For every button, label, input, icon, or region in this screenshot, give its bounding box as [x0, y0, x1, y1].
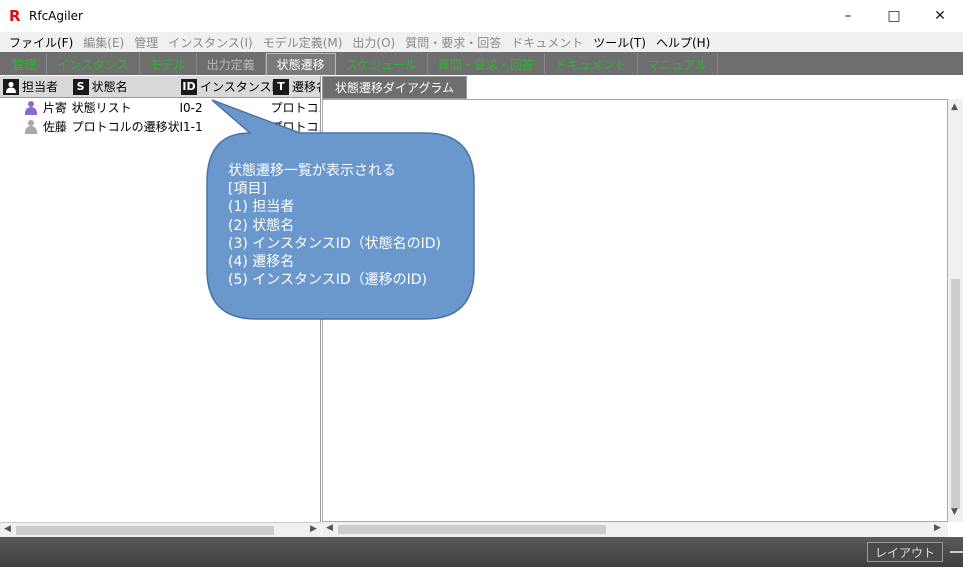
cell-instance-id: I1-1: [179, 119, 203, 134]
scroll-right-icon[interactable]: ▶: [934, 523, 941, 533]
list-column-header: 担当者 S 状態名 ID インスタンスID T 遷移名: [0, 76, 320, 98]
diagram-pane: 状態遷移ダイアグラム ▲ ▼ ◀ ▶: [322, 76, 963, 537]
scroll-down-icon[interactable]: ▼: [951, 507, 958, 517]
maximize-icon[interactable]: □: [871, 0, 917, 32]
list-horizontal-scrollbar[interactable]: ◀ ▶: [0, 522, 321, 537]
menu-manage[interactable]: 管理: [129, 34, 163, 51]
state-transition-list: 担当者 S 状態名 ID インスタンスID T 遷移名 片寄 状態リスト I0-…: [0, 76, 321, 537]
scrollbar-thumb[interactable]: [16, 526, 274, 535]
cell-instance-id: I0-2: [179, 100, 203, 115]
title-bar: R RfcAgiler – □ ✕: [0, 0, 963, 32]
callout-text: 状態遷移一覧が表示される [項目] (1) 担当者 (2) 状態名 (3) イン…: [228, 163, 442, 289]
menu-file[interactable]: ファイル(F): [4, 34, 78, 51]
menu-instance[interactable]: インスタンス(I): [163, 34, 257, 51]
tab-instance[interactable]: インスタンス: [47, 53, 140, 75]
app-logo-icon: R: [9, 7, 21, 25]
cell-assignee: 片寄: [42, 101, 67, 115]
main-tab-bar: 管理 インスタンス モデル 出力定義 状態遷移 スケジュール 質問・要求・回答 …: [0, 52, 963, 75]
layout-button[interactable]: レイアウト: [867, 542, 943, 562]
scrollbar-thumb[interactable]: [338, 525, 606, 534]
menu-bar: ファイル(F) 編集(E) 管理 インスタンス(I) モデル定義(M) 出力(O…: [0, 32, 963, 52]
diagram-horizontal-scrollbar[interactable]: ◀ ▶: [322, 522, 948, 537]
table-row[interactable]: 佐藤 プロトコルの遷移状態 I1-1 プロトコル: [0, 117, 320, 136]
column-transition-name[interactable]: T 遷移名: [270, 76, 320, 98]
tab-schedule[interactable]: スケジュール: [336, 53, 428, 75]
cell-state-name: プロトコルの遷移状態: [71, 120, 180, 134]
person-icon: [24, 119, 38, 134]
menu-tools[interactable]: ツール(T): [588, 34, 651, 51]
tab-output-definition[interactable]: 出力定義: [197, 53, 266, 75]
scroll-left-icon[interactable]: ◀: [4, 524, 11, 534]
status-bar: レイアウト: [0, 537, 963, 567]
person-icon: [3, 78, 19, 95]
menu-output[interactable]: 出力(O): [347, 34, 400, 51]
menu-edit[interactable]: 編集(E): [78, 34, 129, 51]
scroll-left-icon[interactable]: ◀: [326, 523, 333, 533]
scroll-up-icon[interactable]: ▲: [951, 102, 958, 112]
minimize-icon[interactable]: –: [825, 0, 871, 32]
column-assignee-label: 担当者: [22, 80, 59, 94]
scrollbar-thumb[interactable]: [951, 279, 960, 509]
tab-state-transition[interactable]: 状態遷移: [265, 53, 336, 75]
menu-model-definition[interactable]: モデル定義(M): [258, 34, 348, 51]
column-state-name-label: 状態名: [91, 80, 128, 94]
column-instance-id[interactable]: ID インスタンスID: [178, 76, 284, 98]
menu-document[interactable]: ドキュメント: [506, 34, 588, 51]
state-badge-icon: S: [72, 78, 89, 95]
window-title: RfcAgiler: [29, 9, 83, 23]
minus-icon[interactable]: [950, 551, 963, 553]
tab-manual[interactable]: マニュアル: [638, 53, 719, 75]
tab-model[interactable]: モデル: [140, 53, 197, 75]
tab-state-transition-diagram[interactable]: 状態遷移ダイアグラム: [322, 76, 468, 99]
column-state-name[interactable]: S 状態名: [70, 76, 178, 98]
menu-questions[interactable]: 質問・要求・回答: [400, 34, 506, 51]
id-badge-icon: ID: [181, 78, 197, 95]
tab-document[interactable]: ドキュメント: [545, 53, 638, 75]
column-assignee[interactable]: 担当者: [0, 76, 70, 98]
cell-transition-name: プロトコル: [270, 120, 320, 134]
tab-manage[interactable]: 管理: [2, 53, 48, 75]
menu-help[interactable]: ヘルプ(H): [651, 34, 715, 51]
cell-transition-name: プロトコル: [270, 101, 320, 115]
table-row[interactable]: 片寄 状態リスト I0-2 プロトコル: [0, 98, 320, 117]
window-controls: – □ ✕: [825, 0, 963, 32]
cell-state-name: 状態リスト: [71, 101, 132, 115]
tab-questions[interactable]: 質問・要求・回答: [428, 53, 545, 75]
person-icon: [24, 100, 38, 115]
column-transition-name-label: 遷移名: [292, 80, 320, 94]
transition-badge-icon: T: [273, 78, 289, 95]
diagram-vertical-scrollbar[interactable]: ▲ ▼: [948, 99, 963, 522]
close-icon[interactable]: ✕: [917, 0, 963, 32]
cell-assignee: 佐藤: [42, 120, 67, 134]
scroll-right-icon[interactable]: ▶: [310, 524, 317, 534]
